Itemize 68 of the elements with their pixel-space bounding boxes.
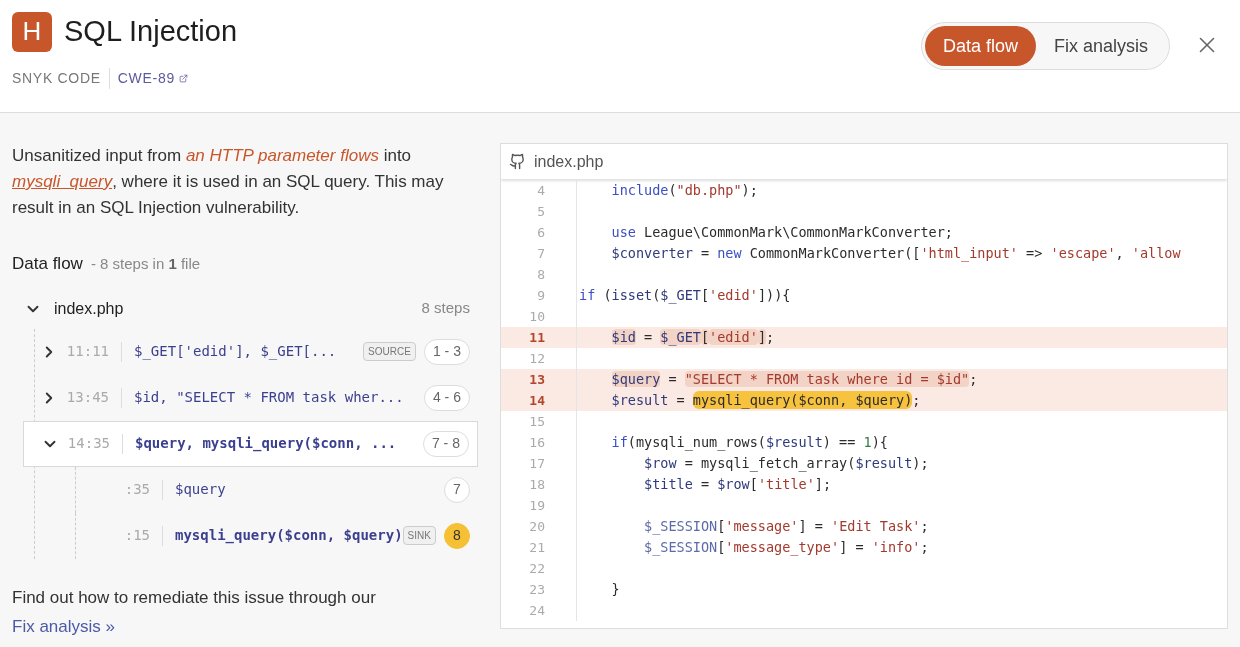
line-number: 8: [536, 265, 545, 284]
code-line: $query = "SELECT * FROM task where id = $id";: [610, 370, 978, 390]
step-range: 7 - 8: [422, 430, 469, 457]
line-number: 21: [528, 538, 545, 557]
step-code[interactable]: $_GET['edid'], $_GET[...: [134, 341, 364, 362]
step-range: 8: [443, 522, 470, 549]
file-step-count: 8 steps: [421, 298, 470, 319]
line-number: 17: [528, 454, 545, 473]
step-code[interactable]: $query: [175, 479, 444, 500]
remediation-text: Find out how to remediate this issue through our: [12, 586, 377, 609]
line-number: 10: [528, 307, 545, 326]
view-tab[interactable]: Data flow: [924, 26, 1036, 66]
issue-title: SQL Injection: [64, 14, 238, 49]
line-number: 11: [528, 328, 545, 347]
line-number: 13: [528, 370, 545, 389]
step-tag: SINK: [402, 526, 436, 545]
line-number: 14: [528, 391, 545, 410]
data-flow-heading: Data flow: [12, 253, 83, 275]
line-number: 20: [528, 517, 545, 536]
code-line: }: [610, 580, 620, 600]
step-code[interactable]: $id, "SELECT * FROM task wher...: [134, 387, 424, 408]
file-name: index.php: [54, 298, 125, 319]
step-tag: SOURCE: [363, 342, 416, 361]
code-line: if (isset($_GET['edid'])){: [578, 286, 791, 306]
external-link-icon: [178, 73, 188, 83]
code-line: $title = $row['title'];: [643, 475, 832, 495]
code-line: if(mysqli_num_rows($result) == 1){: [610, 433, 888, 453]
step-code[interactable]: mysqli_query($conn, $query): [175, 525, 403, 546]
line-number: 12: [528, 349, 545, 368]
view-tab[interactable]: Fix analysis: [1035, 26, 1166, 66]
line-number: 22: [528, 559, 545, 578]
line-number: 4: [536, 181, 545, 200]
step-position: :35: [123, 480, 151, 499]
step-position: 14:35: [66, 434, 111, 453]
code-line: $converter = new CommonMarkConverter(['html_input' => 'escape', 'allow: [610, 244, 1181, 264]
step-range: 4 - 6: [423, 384, 470, 411]
code-line: $row = mysqli_fetch_array($result);: [643, 454, 929, 474]
code-line: include("db.php");: [610, 181, 758, 201]
line-number: 16: [528, 433, 545, 452]
product-label: SNYK CODE: [12, 67, 110, 89]
line-number: 18: [528, 475, 545, 494]
code-line: $id = $_GET['edid'];: [610, 328, 775, 348]
line-number: 19: [528, 496, 545, 515]
issue-description: Unsanitized input from an HTTP parameter flows into mysqli_query, where it is used in an SQL query. This may result in an SQL Injection vulnerability.: [12, 145, 445, 219]
step-range: 1 - 3: [423, 338, 470, 365]
step-position: :15: [123, 526, 151, 545]
code-line: use League\CommonMark\CommonMarkConverter;: [610, 223, 953, 243]
code-line: $result = mysqli_query($conn, $query);: [610, 390, 921, 411]
line-number: 7: [536, 244, 545, 263]
step-position: 13:45: [65, 388, 110, 407]
line-number: 24: [528, 601, 545, 620]
line-number: 9: [536, 286, 545, 305]
step-range: 7: [443, 476, 470, 503]
severity-badge: H: [12, 11, 52, 52]
cwe-link[interactable]: CWE-89: [109, 67, 188, 89]
line-number: 5: [536, 202, 545, 221]
fix-analysis-link[interactable]: Fix analysis »: [12, 614, 115, 640]
github-icon: [509, 153, 526, 170]
sink-link[interactable]: mysqli_query: [12, 172, 113, 191]
line-number: 23: [528, 580, 545, 599]
step-code[interactable]: $query, mysqli_query($conn, ...: [135, 433, 423, 454]
data-flow-summary: - 8 steps in 1 file: [90, 254, 201, 274]
line-number: 15: [528, 412, 545, 431]
step-position: 11:11: [65, 342, 110, 361]
code-line: $_SESSION['message'] = 'Edit Task';: [643, 517, 929, 537]
code-line: $_SESSION['message_type'] = 'info';: [643, 538, 929, 558]
line-number: 6: [536, 223, 545, 242]
code-file-name: index.php: [534, 151, 604, 172]
